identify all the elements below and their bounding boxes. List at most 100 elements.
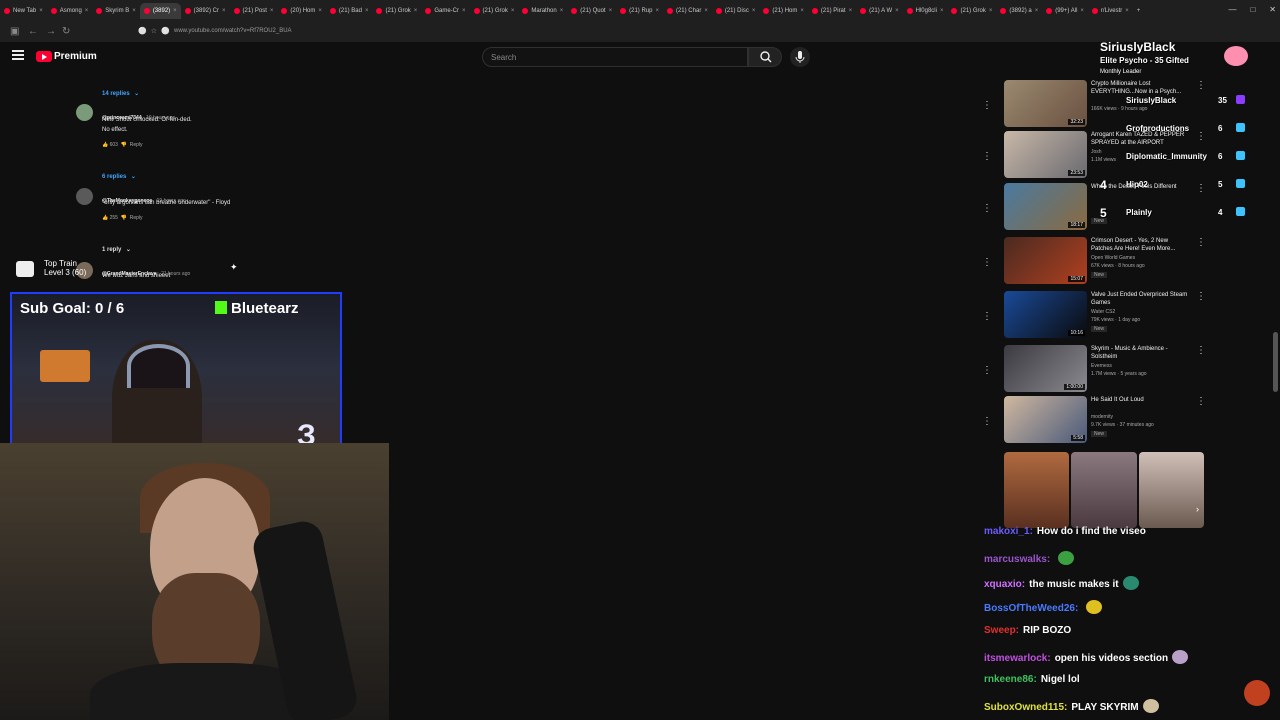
youtube-logo-icon[interactable] xyxy=(36,51,52,62)
browser-tab[interactable]: Hl0g8cli × xyxy=(903,3,948,19)
video-channel[interactable]: Water CS2 xyxy=(1091,309,1115,315)
minimize-icon[interactable]: — xyxy=(1228,5,1236,14)
video-channel[interactable]: Josh xyxy=(1091,149,1102,155)
video-thumbnail[interactable]: 5:58 xyxy=(1004,396,1087,443)
close-tab-icon[interactable]: × xyxy=(1035,8,1039,14)
recommended-video[interactable]: 32:23 Crypto Millionaire Lost EVERYTHING.… xyxy=(1004,80,1206,130)
close-tab-icon[interactable]: × xyxy=(365,8,369,14)
sidebar-toggle-icon[interactable]: ▣ xyxy=(10,26,19,37)
browser-tab[interactable]: (3892) a × xyxy=(996,3,1042,19)
close-tab-icon[interactable]: × xyxy=(800,8,804,14)
short-thumbnail[interactable] xyxy=(1071,452,1137,528)
more-options-icon[interactable]: ⋮ xyxy=(1196,291,1206,302)
voice-search-button[interactable] xyxy=(790,47,810,67)
recommended-video[interactable]: 10:16 Valve Just Ended Overpriced Steam G… xyxy=(1004,291,1206,341)
channel-avatar[interactable] xyxy=(1244,680,1270,706)
new-tab-button[interactable]: + xyxy=(1133,3,1147,19)
close-tab-icon[interactable]: × xyxy=(173,8,177,14)
video-thumbnail[interactable]: 15:07 xyxy=(1004,237,1087,284)
video-thumbnail[interactable]: 10:16 xyxy=(1004,291,1087,338)
close-tab-icon[interactable]: × xyxy=(989,8,993,14)
dislike-icon[interactable]: 👎 xyxy=(121,142,127,148)
browser-tab[interactable]: Marathon × xyxy=(518,3,567,19)
close-tab-icon[interactable]: × xyxy=(1125,8,1129,14)
forward-icon[interactable]: → xyxy=(46,26,56,37)
close-tab-icon[interactable]: × xyxy=(39,8,43,14)
short-thumbnail[interactable] xyxy=(1138,452,1204,528)
browser-tab[interactable]: (21) Pirat × xyxy=(808,3,856,19)
browser-tab[interactable]: (21) Char × xyxy=(663,3,712,19)
more-options-icon[interactable]: ⋮ xyxy=(982,311,992,322)
video-thumbnail[interactable]: 23:53 xyxy=(1004,131,1087,178)
close-tab-icon[interactable]: × xyxy=(1080,8,1084,14)
back-icon[interactable]: ← xyxy=(28,26,38,37)
more-options-icon[interactable]: ⋮ xyxy=(982,203,992,214)
more-options-icon[interactable]: ⋮ xyxy=(1196,237,1206,248)
browser-tab[interactable]: Skyrim B × xyxy=(92,3,140,19)
replies-toggle-1[interactable]: 1 reply ⌄ xyxy=(102,238,131,256)
url-field[interactable]: www.youtube.com/watch?v=Rf7ROU2_BUA xyxy=(174,28,292,34)
more-options-icon[interactable]: ⋮ xyxy=(982,257,992,268)
browser-tab[interactable]: (21) Grok × xyxy=(372,3,421,19)
close-tab-icon[interactable]: × xyxy=(462,8,466,14)
chat-username[interactable]: marcuswalks: xyxy=(984,554,1050,565)
reply-button[interactable]: Reply xyxy=(130,215,143,221)
more-options-icon[interactable]: ⋮ xyxy=(1196,345,1206,356)
browser-tab[interactable]: (21) Grok × xyxy=(947,3,996,19)
more-options-icon[interactable]: ⋮ xyxy=(1196,131,1206,142)
video-channel[interactable]: Open World Games xyxy=(1091,255,1135,261)
recommended-video[interactable]: 5:58 He Said It Out Loud modernity 9.7K vie… xyxy=(1004,396,1206,446)
avatar[interactable] xyxy=(76,188,93,205)
close-tab-icon[interactable]: × xyxy=(270,8,274,14)
browser-tab[interactable]: (21) Grok × xyxy=(470,3,519,19)
video-title[interactable]: He Said It Out Loud xyxy=(1091,396,1191,404)
video-title[interactable]: When the Desert Feels Different xyxy=(1091,183,1191,191)
chat-username[interactable]: rnkeene86: xyxy=(984,674,1037,685)
recommended-video[interactable]: 23:53 Arrogant Karen TAZED & PEPPER SPRAY… xyxy=(1004,131,1206,181)
more-options-icon[interactable]: ⋮ xyxy=(1196,396,1206,407)
close-window-icon[interactable]: ✕ xyxy=(1269,5,1276,14)
more-options-icon[interactable]: ⋮ xyxy=(982,151,992,162)
recommended-video[interactable]: 18:17 When the Desert Feels Different New ⋮ xyxy=(1004,183,1206,233)
video-thumbnail[interactable]: 1:00:00 xyxy=(1004,345,1087,392)
video-title[interactable]: Crypto Millionaire Lost EVERYTHING...Now… xyxy=(1091,80,1191,96)
more-options-icon[interactable]: ⋮ xyxy=(982,365,992,376)
search-button[interactable] xyxy=(748,47,782,67)
close-tab-icon[interactable]: × xyxy=(132,8,136,14)
more-options-icon[interactable]: ⋮ xyxy=(1196,80,1206,91)
chat-username[interactable]: xquaxio: xyxy=(984,579,1025,590)
video-thumbnail[interactable]: 32:23 xyxy=(1004,80,1087,127)
video-title[interactable]: Skyrim - Music & Ambience - Solstheim xyxy=(1091,345,1191,361)
video-thumbnail[interactable]: 18:17 xyxy=(1004,183,1087,230)
close-tab-icon[interactable]: × xyxy=(704,8,708,14)
more-options-icon[interactable]: ⋮ xyxy=(982,416,992,427)
browser-tab[interactable]: (20) Hom × xyxy=(277,3,326,19)
close-tab-icon[interactable]: × xyxy=(940,8,944,14)
browser-tab[interactable]: (3892) Cr × xyxy=(181,3,230,19)
browser-tab[interactable]: (99+) All × xyxy=(1042,3,1088,19)
browser-tab[interactable]: (21) Disc × xyxy=(712,3,760,19)
maximize-icon[interactable]: □ xyxy=(1250,5,1255,14)
youtube-brand-label[interactable]: Premium xyxy=(54,51,97,62)
replies-toggle-14[interactable]: 14 replies ⌄ xyxy=(102,82,139,100)
recommended-video[interactable]: 1:00:00 Skyrim - Music & Ambience - Solst… xyxy=(1004,345,1206,395)
close-tab-icon[interactable]: × xyxy=(318,8,322,14)
more-options-icon[interactable]: ⋮ xyxy=(982,100,992,111)
browser-tab[interactable]: (21) Rup × xyxy=(616,3,663,19)
reply-button[interactable]: Reply xyxy=(130,142,143,148)
like-icon[interactable]: 👍 xyxy=(102,215,108,221)
more-options-icon[interactable]: ⋮ xyxy=(1196,183,1206,194)
browser-tab[interactable]: (21) Quot × xyxy=(567,3,616,19)
dislike-icon[interactable]: 👎 xyxy=(121,215,127,221)
browser-tab[interactable]: (21) A W × xyxy=(856,3,903,19)
close-tab-icon[interactable]: × xyxy=(560,8,564,14)
site-info-icon[interactable]: ⚪☆⚪ xyxy=(138,27,174,35)
chat-username[interactable]: Sweep: xyxy=(984,625,1019,636)
close-tab-icon[interactable]: × xyxy=(655,8,659,14)
browser-tab[interactable]: (21) Bad × xyxy=(326,3,373,19)
close-tab-icon[interactable]: × xyxy=(414,8,418,14)
short-thumbnail[interactable] xyxy=(1004,452,1070,528)
search-input[interactable]: Search xyxy=(482,47,748,67)
like-icon[interactable]: 👍 xyxy=(102,142,108,148)
close-tab-icon[interactable]: × xyxy=(895,8,899,14)
